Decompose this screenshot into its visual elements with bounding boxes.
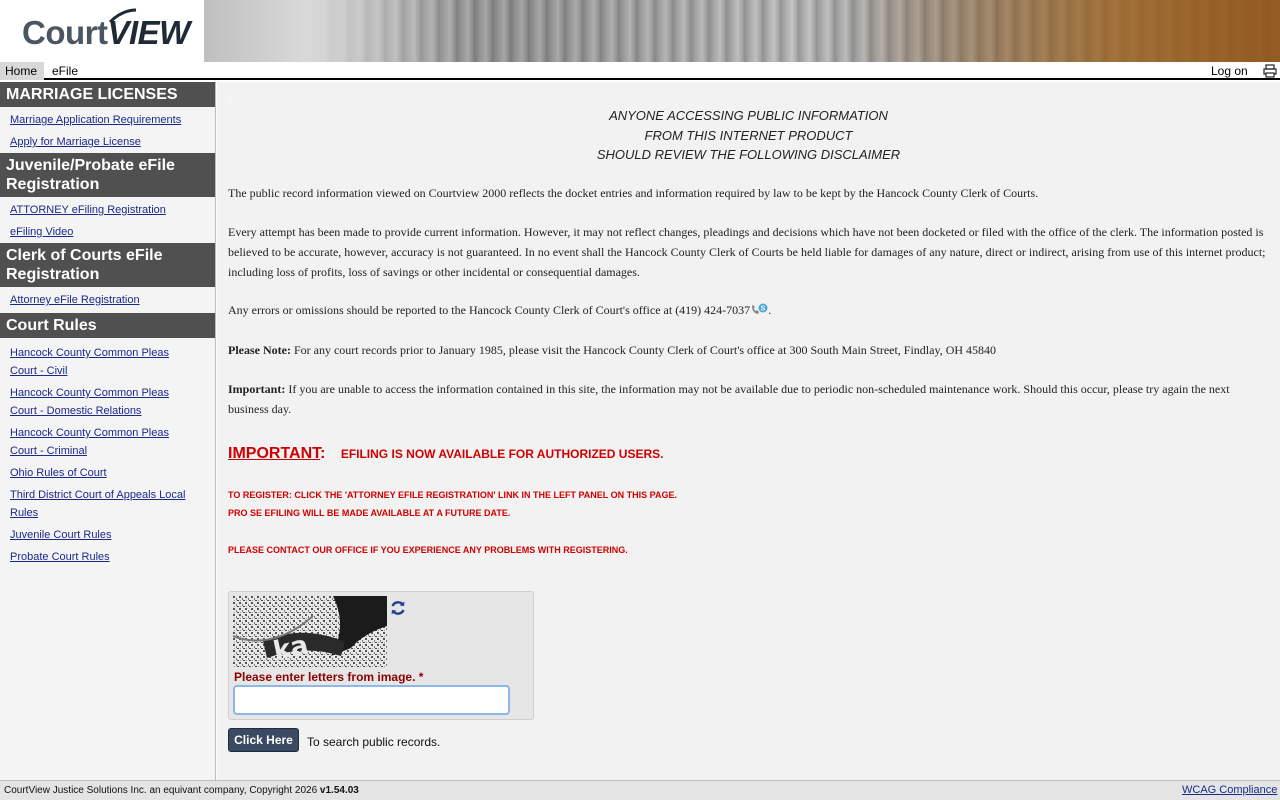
nav-efile-tab[interactable]: eFile — [52, 62, 78, 80]
link-apply-marriage-license[interactable]: Apply for Marriage License — [0, 131, 215, 153]
link-rules-domestic-relations[interactable]: Hancock County Common Pleas Court - Dome… — [0, 382, 190, 422]
pro-se-notice: PRO SE EFILING WILL BE MADE AVAILABLE AT… — [228, 508, 511, 518]
required-asterisk: * — [418, 670, 424, 684]
link-rules-criminal[interactable]: Hancock County Common Pleas Court - Crim… — [0, 422, 190, 462]
link-probate-court-rules[interactable]: Probate Court Rules — [0, 546, 215, 568]
efiling-alert: IMPORTANT: EFILING IS NOW AVAILABLE FOR … — [228, 445, 664, 462]
link-rules-civil[interactable]: Hancock County Common Pleas Court - Civi… — [0, 342, 190, 382]
sidebar-heading-marriage-licenses: MARRIAGE LICENSES — [0, 82, 215, 107]
link-marriage-application-requirements[interactable]: Marriage Application Requirements — [0, 109, 215, 131]
paragraph-accuracy-disclaimer: Every attempt has been made to provide c… — [228, 225, 1266, 279]
svg-text:S: S — [761, 306, 766, 313]
phone-skype-icon[interactable]: S — [750, 302, 768, 316]
paragraph-important: Important: If you are unable to access t… — [228, 382, 1230, 416]
left-sidebar: MARRIAGE LICENSES Marriage Application R… — [0, 82, 216, 780]
print-icon[interactable] — [1263, 64, 1277, 78]
courtview-logo: CourtVIEW — [0, 0, 204, 62]
sidebar-heading-clerk-efile: Clerk of Courts eFile Registration — [0, 243, 215, 287]
main-content: | ANYONE ACCESSING PUBLIC INFORMATION FR… — [217, 82, 1280, 780]
contact-notice: PLEASE CONTACT OUR OFFICE IF YOU EXPERIE… — [228, 545, 628, 555]
click-here-button[interactable]: Click Here — [228, 728, 299, 752]
link-attorney-efile-registration[interactable]: Attorney eFile Registration — [0, 289, 215, 311]
wcag-compliance-link[interactable]: WCAG Compliance — [1182, 784, 1277, 796]
register-instructions: TO REGISTER: CLICK THE 'ATTORNEY EFILE R… — [228, 490, 677, 500]
logon-link[interactable]: Log on — [1211, 62, 1248, 80]
disclaimer-heading: ANYONE ACCESSING PUBLIC INFORMATION FROM… — [596, 108, 901, 162]
nav-home-tab[interactable]: Home — [0, 62, 44, 80]
header: CourtVIEW — [0, 0, 1280, 62]
captcha-panel: ka Please enter letters from image. * — [228, 591, 534, 720]
logo-view-text: VIEW — [107, 14, 190, 51]
top-nav-bar: Home eFile Log on — [0, 62, 1280, 80]
footer-version: v1.54.03 — [319, 785, 359, 796]
footer: CourtView Justice Solutions Inc. an equi… — [0, 780, 1280, 800]
search-hint-text: To search public records. — [307, 735, 441, 749]
refresh-icon[interactable] — [389, 599, 407, 617]
link-third-district-appeals[interactable]: Third District Court of Appeals Local Ru… — [0, 484, 200, 524]
captcha-input[interactable] — [233, 685, 510, 715]
sidebar-heading-juvenile-probate: Juvenile/Probate eFile Registration — [0, 153, 215, 197]
link-juvenile-court-rules[interactable]: Juvenile Court Rules — [0, 524, 215, 546]
captcha-image: ka — [233, 596, 387, 668]
footer-copyright: CourtView Justice Solutions Inc. an equi… — [4, 785, 359, 796]
logo-court-text: Court — [22, 14, 108, 51]
link-ohio-rules-of-court[interactable]: Ohio Rules of Court — [0, 462, 215, 484]
paragraph-public-record: The public record information viewed on … — [228, 186, 1039, 200]
header-banner-image — [204, 0, 1280, 62]
sidebar-heading-court-rules: Court Rules — [0, 313, 215, 338]
link-attorney-efiling-registration[interactable]: ATTORNEY eFiling Registration — [0, 199, 215, 221]
paragraph-errors-contact: Any errors or omissions should be report… — [228, 302, 772, 317]
link-efiling-video[interactable]: eFiling Video — [0, 221, 215, 243]
paragraph-please-note: Please Note: For any court records prior… — [228, 343, 997, 357]
captcha-label: Please enter letters from image. * — [234, 670, 424, 684]
